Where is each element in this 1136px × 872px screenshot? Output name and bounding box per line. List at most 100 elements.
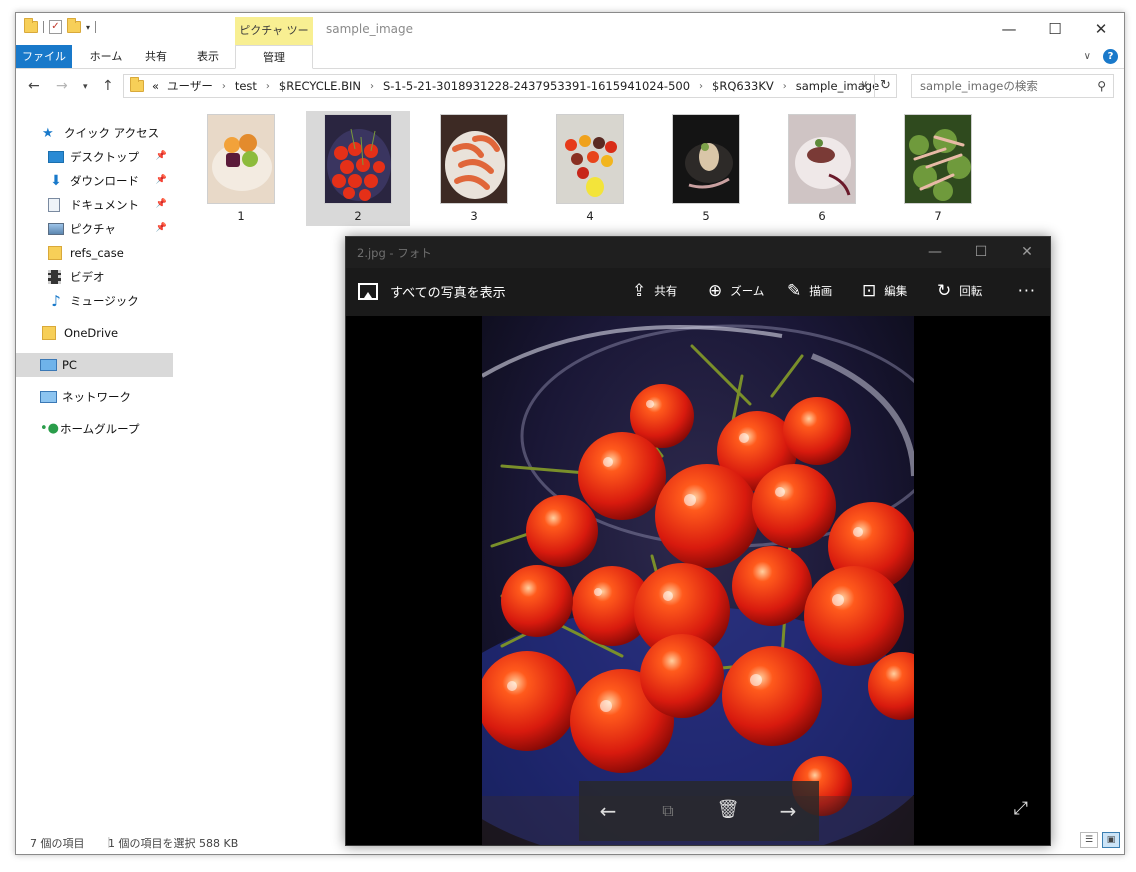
tab-home[interactable]: ホーム	[80, 45, 132, 68]
file-tile-3[interactable]: 3	[422, 111, 526, 226]
photos-window-title: 2.jpg - フォト	[357, 246, 432, 260]
see-all-photos-button[interactable]: すべての写真を表示	[358, 282, 506, 301]
video-icon	[48, 270, 61, 284]
file-tile-4[interactable]: 4	[538, 111, 642, 226]
draw-button[interactable]: ✎ 描画	[787, 281, 832, 301]
file-tile-7[interactable]: 7	[886, 111, 990, 226]
arrow-right-icon[interactable]: →	[773, 799, 803, 823]
more-options-icon[interactable]: ···	[1018, 281, 1036, 300]
up-button[interactable]: ↑	[102, 78, 114, 94]
folder-icon	[48, 246, 62, 260]
refresh-icon[interactable]: ↻	[874, 75, 896, 97]
breadcrumb-test[interactable]: test	[235, 79, 257, 93]
tab-file[interactable]: ファイル	[16, 45, 72, 68]
see-all-photos-label: すべての写真を表示	[390, 286, 506, 301]
photos-maximize-button[interactable]: ☐	[958, 237, 1004, 268]
expand-ribbon-icon[interactable]: ∨	[1084, 51, 1091, 62]
pin-icon[interactable]: 📌	[156, 223, 167, 233]
file-tile-2[interactable]: 2	[306, 111, 410, 226]
thumbnail-1	[207, 114, 275, 204]
arrow-left-icon[interactable]: ←	[593, 799, 623, 823]
nav-music[interactable]: ♪ ミュージック	[16, 289, 173, 313]
file-name: 4	[586, 209, 594, 223]
tab-view[interactable]: 表示	[184, 45, 232, 68]
ribbon-right-controls: ∨ ?	[1084, 49, 1118, 64]
close-button[interactable]: ✕	[1078, 13, 1124, 45]
maximize-button[interactable]: ☐	[1032, 13, 1078, 45]
nav-label: ダウンロード	[70, 174, 139, 188]
nav-desktop[interactable]: デスクトップ 📌	[16, 145, 173, 169]
nav-network[interactable]: ネットワーク	[16, 385, 173, 409]
expand-icon[interactable]: ⤢	[1014, 798, 1028, 819]
file-tile-6[interactable]: 6	[770, 111, 874, 226]
pin-icon[interactable]: 📌	[156, 151, 167, 161]
share-button[interactable]: ⇪ 共有	[632, 281, 677, 301]
qat-customize-icon[interactable]: ▾	[86, 23, 90, 32]
music-icon: ♪	[51, 292, 61, 310]
breadcrumb-overflow[interactable]: «	[152, 79, 159, 93]
pin-icon[interactable]: 📌	[156, 175, 167, 185]
nav-homegroup[interactable]: •● ホームグループ	[16, 417, 173, 441]
nav-onedrive[interactable]: OneDrive	[16, 321, 173, 345]
explorer-titlebar: ✓ ▾ ピクチャ ツール sample_image — ☐ ✕	[16, 13, 1124, 65]
trash-icon[interactable]: 🗑	[713, 799, 743, 820]
photo-viewer-image[interactable]	[482, 316, 914, 845]
breadcrumb-chevron-icon[interactable]: ›	[222, 81, 226, 92]
minimize-button[interactable]: —	[986, 13, 1032, 45]
edit-button[interactable]: ⊡ 編集	[862, 281, 907, 301]
breadcrumb-chevron-icon[interactable]: ›	[699, 81, 703, 92]
photos-minimize-button[interactable]: —	[912, 237, 958, 268]
file-name: 5	[702, 209, 710, 223]
tab-manage[interactable]: 管理	[235, 45, 313, 69]
nav-pictures[interactable]: ピクチャ 📌	[16, 217, 173, 241]
photos-window-controls: — ☐ ✕	[912, 237, 1050, 268]
nav-documents[interactable]: ドキュメント 📌	[16, 193, 173, 217]
breadcrumb-sid[interactable]: S-1-5-21-3018931228-2437953391-161594102…	[383, 79, 690, 93]
file-tile-1[interactable]: 1	[189, 111, 293, 226]
file-name: 6	[818, 209, 826, 223]
back-button[interactable]: ←	[28, 78, 40, 94]
large-icons-view-icon[interactable]: ▣	[1102, 832, 1120, 848]
nav-label: PC	[62, 358, 77, 372]
address-row: ← → ▾ ↑ « ユーザー › test › $RECYCLE.BIN › S…	[16, 70, 1124, 102]
slideshow-icon[interactable]: ⧉	[653, 801, 683, 821]
nav-label: デスクトップ	[70, 150, 139, 164]
search-input[interactable]: sample_imageの検索 ⚲	[911, 74, 1114, 98]
homegroup-icon: •●	[40, 421, 60, 436]
nav-quick-access[interactable]: ★ クイック アクセス	[16, 121, 173, 145]
breadcrumb-rq633kv[interactable]: $RQ633KV	[712, 79, 774, 93]
nav-videos[interactable]: ビデオ	[16, 265, 173, 289]
draw-pen-icon: ✎	[787, 281, 802, 301]
recent-locations-icon[interactable]: ▾	[83, 82, 88, 92]
photos-close-button[interactable]: ✕	[1004, 237, 1050, 268]
breadcrumb-recycle-bin[interactable]: $RECYCLE.BIN	[279, 79, 361, 93]
address-bar[interactable]: « ユーザー › test › $RECYCLE.BIN › S-1-5-21-…	[123, 74, 897, 98]
download-icon: ⬇	[50, 173, 62, 189]
nav-refs-case[interactable]: refs_case	[16, 241, 173, 265]
breadcrumb-chevron-icon[interactable]: ›	[370, 81, 374, 92]
share-label: 共有	[654, 284, 678, 298]
breadcrumb-chevron-icon[interactable]: ›	[266, 81, 270, 92]
nav-downloads[interactable]: ⬇ ダウンロード 📌	[16, 169, 173, 193]
quick-access-toolbar: ✓ ▾	[24, 18, 97, 34]
rotate-button[interactable]: ↻ 回転	[937, 281, 982, 301]
photos-app-window: 2.jpg - フォト — ☐ ✕ すべての写真を表示 ⇪ 共有 ⊕ ズーム ✎…	[345, 236, 1051, 846]
nav-pc[interactable]: PC	[16, 353, 173, 377]
tab-share[interactable]: 共有	[136, 45, 176, 68]
file-tile-5[interactable]: 5	[654, 111, 758, 226]
breadcrumb-chevron-icon[interactable]: ›	[783, 81, 787, 92]
search-icon[interactable]: ⚲	[1097, 75, 1106, 97]
forward-button[interactable]: →	[56, 78, 68, 94]
zoom-button[interactable]: ⊕ ズーム	[708, 281, 764, 301]
details-view-icon[interactable]: ☰	[1080, 832, 1098, 848]
address-dropdown-icon[interactable]: ∨	[861, 79, 868, 90]
share-icon: ⇪	[632, 281, 647, 301]
zoom-label: ズーム	[730, 284, 765, 298]
pin-icon[interactable]: 📌	[156, 199, 167, 209]
breadcrumb-users[interactable]: ユーザー	[167, 78, 213, 94]
help-icon[interactable]: ?	[1103, 49, 1118, 64]
thumbnail-6	[788, 114, 856, 204]
properties-icon[interactable]: ✓	[49, 20, 62, 34]
thumbnail-5	[672, 114, 740, 204]
new-folder-icon[interactable]	[67, 18, 81, 33]
